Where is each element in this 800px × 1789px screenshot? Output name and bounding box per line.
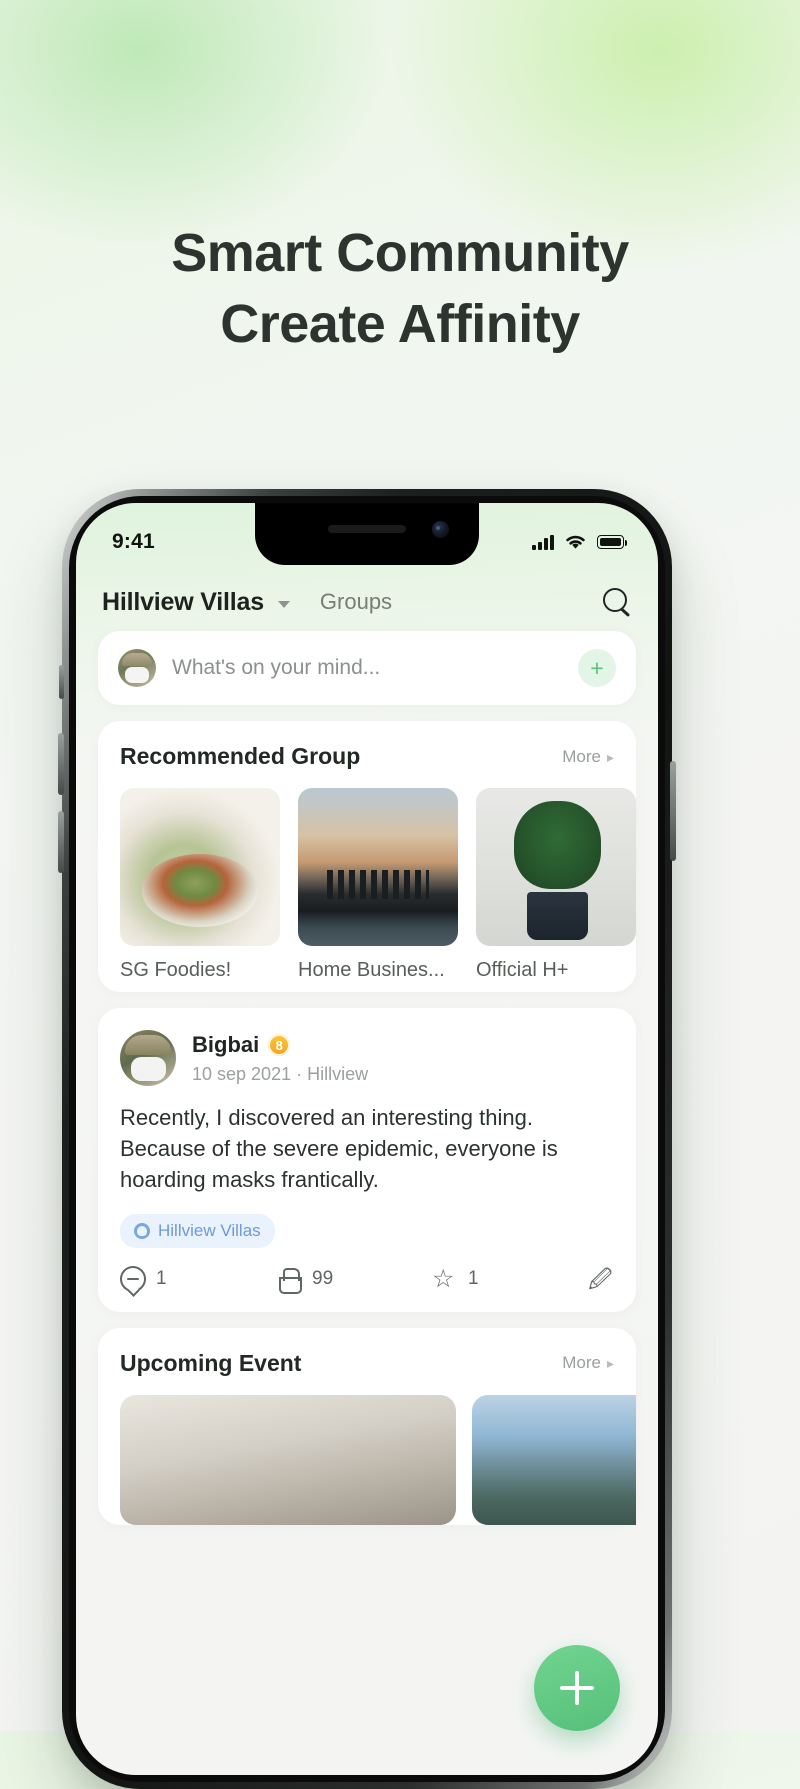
city-skyline-photo <box>298 788 458 946</box>
recommended-header: Recommended Group More ▸ <box>98 721 636 780</box>
upcoming-more-button[interactable]: More ▸ <box>562 1353 614 1373</box>
potted-plant-photo <box>476 788 636 946</box>
group-name: Official H+ <box>476 959 569 981</box>
favorite-count: 1 <box>468 1267 479 1289</box>
app-content: Hillview Villas Groups What's on your mi… <box>76 565 658 1775</box>
headline-line-2: Create Affinity <box>220 294 580 355</box>
composer-placeholder[interactable]: What's on your mind... <box>172 656 562 680</box>
recommended-group-list[interactable]: SG Foodies! Home Busines... Official H+ <box>98 780 636 992</box>
post-timestamp: 10 sep 2021 · Hillview <box>192 1064 369 1084</box>
cellular-signal-icon <box>532 534 554 550</box>
composer-row[interactable]: What's on your mind... + <box>98 631 636 705</box>
recommended-more-button[interactable]: More ▸ <box>562 747 614 767</box>
community-name[interactable]: Hillview Villas <box>102 588 264 617</box>
status-badge: 8 <box>268 1034 291 1056</box>
like-count: 99 <box>312 1267 334 1289</box>
group-name: Home Busines... <box>298 959 445 981</box>
status-indicators <box>532 533 628 551</box>
group-name: SG Foodies! <box>120 959 232 981</box>
status-time: 9:41 <box>112 530 155 553</box>
share-button[interactable]: 🖉 <box>588 1266 614 1292</box>
upcoming-title: Upcoming Event <box>120 1349 302 1376</box>
composer-card[interactable]: What's on your mind... + <box>98 631 636 705</box>
wifi-icon <box>566 535 585 549</box>
phone-mockup: 9:41 Hillview Villas Groups What's on yo… <box>58 489 676 1789</box>
recommended-group-card: Recommended Group More ▸ SG Foodies! Home… <box>98 721 636 992</box>
post-author-row: Bigbai 8 <box>192 1032 368 1058</box>
people-icon <box>134 1222 150 1239</box>
search-icon[interactable] <box>602 587 632 617</box>
comment-icon <box>120 1265 146 1292</box>
share-icon: 🖉 <box>588 1265 613 1292</box>
create-post-fab[interactable] <box>534 1645 620 1731</box>
mute-switch[interactable] <box>59 665 64 699</box>
app-navbar: Hillview Villas Groups <box>76 565 658 631</box>
post-actions: 1 99 ☆ 1 🖉 <box>98 1248 636 1312</box>
tab-groups[interactable]: Groups <box>320 589 392 615</box>
star-icon: ☆ <box>432 1264 455 1293</box>
phone-screen: 9:41 Hillview Villas Groups What's on yo… <box>76 503 658 1775</box>
list-item[interactable]: Official H+ <box>476 788 636 982</box>
like-button[interactable]: 99 <box>276 1266 432 1294</box>
post-author-block: Bigbai 8 10 sep 2021 · Hillview <box>192 1030 368 1086</box>
recommended-more-label: More <box>562 746 601 766</box>
volume-up-button[interactable] <box>58 733 64 795</box>
upcoming-event-card: Upcoming Event More ▸ <box>98 1327 636 1525</box>
post-body-text: Recently, I discovered an interesting th… <box>120 1105 558 1193</box>
avatar[interactable] <box>118 649 156 687</box>
upcoming-event-list[interactable] <box>98 1387 636 1525</box>
list-item[interactable]: Home Busines... <box>298 788 458 982</box>
list-item[interactable]: SG Foodies! <box>120 788 280 982</box>
post-card: Bigbai 8 10 sep 2021 · Hillview Recently… <box>98 1008 636 1312</box>
chevron-down-icon[interactable] <box>277 601 290 608</box>
avatar[interactable] <box>120 1030 176 1086</box>
recommended-title: Recommended Group <box>120 743 361 769</box>
comment-button[interactable]: 1 <box>120 1265 276 1292</box>
post-group-chip[interactable]: Hillview Villas <box>120 1213 275 1248</box>
battery-icon <box>597 535 628 549</box>
mountain-lake-photo[interactable] <box>472 1394 636 1525</box>
chevron-right-icon: ▸ <box>606 1355 614 1372</box>
volume-down-button[interactable] <box>58 811 64 873</box>
indoor-room-photo[interactable] <box>120 1394 456 1525</box>
page-title: Smart Community Create Affinity <box>0 218 800 361</box>
comment-count: 1 <box>156 1267 167 1289</box>
status-bar: 9:41 <box>76 503 658 565</box>
upcoming-header: Upcoming Event More ▸ <box>98 1328 636 1387</box>
favorite-button[interactable]: ☆ 1 <box>432 1266 588 1292</box>
upcoming-more-label: More <box>562 1353 601 1373</box>
post-group-chip-label: Hillview Villas <box>158 1220 261 1240</box>
post-header: Bigbai 8 10 sep 2021 · Hillview <box>98 1008 636 1086</box>
chevron-right-icon: ▸ <box>606 748 614 765</box>
salad-bowl-photo <box>120 788 280 946</box>
post-author-name[interactable]: Bigbai <box>192 1032 259 1058</box>
thumbs-up-icon <box>276 1266 302 1294</box>
plus-icon[interactable]: + <box>578 649 616 687</box>
power-button[interactable] <box>670 761 676 861</box>
headline-line-1: Smart Community <box>171 223 629 283</box>
